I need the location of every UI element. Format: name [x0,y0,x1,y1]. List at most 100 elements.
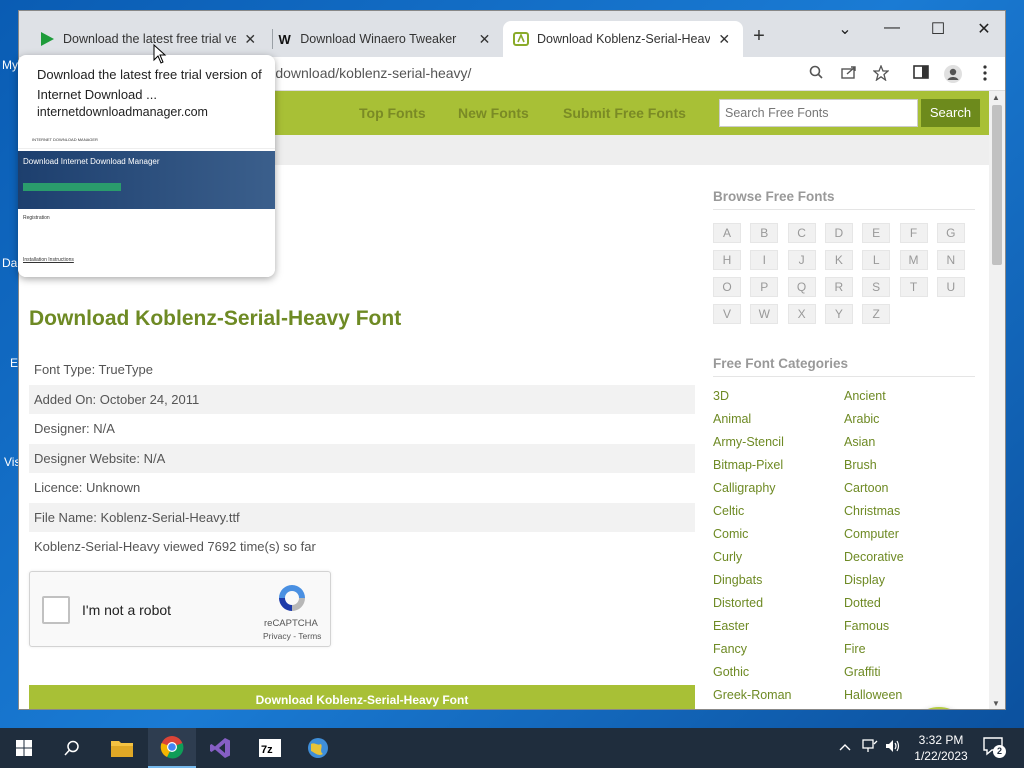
close-icon[interactable]: ✕ [242,31,259,48]
scroll-down-icon[interactable]: ▼ [992,699,1000,708]
search-icon[interactable] [48,728,96,768]
category-link[interactable]: Army-Stencil [713,435,784,449]
category-link[interactable]: Celtic [713,504,744,518]
desktop-icon-label[interactable]: E [10,356,18,370]
browse-letter-g[interactable]: G [936,223,965,243]
category-link[interactable]: Cartoon [844,481,888,495]
category-link[interactable]: Computer [844,527,899,541]
file-explorer-icon[interactable] [98,728,146,768]
search-button[interactable]: Search [921,99,980,127]
tab-koblenz[interactable]: Download Koblenz-Serial-Heavy ✕ [503,21,743,57]
browse-letter-m[interactable]: M [899,250,928,270]
category-link[interactable]: 3D [713,389,729,403]
browse-letter-x[interactable]: X [787,304,816,324]
category-link[interactable]: Fancy [713,642,747,656]
tab-search-icon[interactable]: ⌄ [822,19,868,39]
category-link[interactable]: Dotted [844,596,881,610]
browse-letter-k[interactable]: K [824,250,853,270]
browse-letter-n[interactable]: N [936,250,965,270]
kebab-menu-icon[interactable] [975,65,995,85]
browse-letter-w[interactable]: W [750,304,779,324]
close-icon[interactable]: ✕ [716,31,733,48]
browse-letter-p[interactable]: P [750,277,779,297]
browse-letter-e[interactable]: E [862,223,891,243]
app-globe-icon[interactable] [294,728,342,768]
browse-letter-i[interactable]: I [750,250,779,270]
category-link[interactable]: Distorted [713,596,763,610]
category-link[interactable]: Gothic [713,665,749,679]
category-link[interactable]: Animal [713,412,751,426]
browse-letter-q[interactable]: Q [787,277,816,297]
category-link[interactable]: Famous [844,619,889,633]
browse-letter-j[interactable]: J [787,250,816,270]
search-input[interactable]: Search Free Fonts [719,99,918,127]
zoom-icon[interactable] [806,65,826,83]
7zip-icon[interactable]: 7z [246,728,294,768]
category-link[interactable]: Christmas [844,504,900,518]
recaptcha-checkbox[interactable] [42,596,70,624]
browse-letter-a[interactable]: A [713,223,741,243]
profile-avatar-icon[interactable] [943,65,963,87]
category-link[interactable]: Display [844,573,885,587]
desktop-icon-label[interactable]: Da [2,256,17,270]
buy-me-coffee-button[interactable] [907,707,971,709]
close-icon[interactable]: ✕ [476,31,493,48]
browse-letter-o[interactable]: O [713,277,741,297]
category-link[interactable]: Curly [713,550,742,564]
side-panel-icon[interactable] [911,65,931,83]
browse-letter-c[interactable]: C [787,223,816,243]
browse-letter-l[interactable]: L [862,250,891,270]
category-link[interactable]: Graffiti [844,665,881,679]
category-link[interactable]: Asian [844,435,875,449]
nav-new-fonts[interactable]: New Fonts [458,105,529,121]
minimize-button[interactable]: — [869,19,915,37]
bookmark-star-icon[interactable] [871,64,891,85]
network-icon[interactable] [862,739,878,756]
recaptcha-terms-link[interactable]: Privacy - Terms [263,631,321,641]
scroll-up-icon[interactable]: ▲ [992,93,1000,102]
new-tab-button[interactable]: + [747,25,771,48]
volume-icon[interactable] [885,739,901,756]
browse-letter-y[interactable]: Y [824,304,853,324]
tab-winaero[interactable]: W Download Winaero Tweaker ✕ [267,21,503,57]
chevron-up-icon[interactable] [839,739,851,754]
visual-studio-icon[interactable] [196,728,244,768]
category-link[interactable]: Fire [844,642,866,656]
browse-letter-r[interactable]: R [824,277,853,297]
nav-submit-free-fonts[interactable]: Submit Free Fonts [563,105,686,121]
category-link[interactable]: Calligraphy [713,481,776,495]
browse-letter-h[interactable]: H [713,250,741,270]
nav-top-fonts[interactable]: Top Fonts [359,105,426,121]
share-icon[interactable] [839,65,859,83]
address-bar[interactable]: nt-download/koblenz-serial-heavy/ [259,65,471,81]
clock[interactable]: 3:32 PM 1/22/2023 [910,732,972,764]
category-link[interactable]: Easter [713,619,749,633]
browse-letter-d[interactable]: D [824,223,853,243]
browse-letter-f[interactable]: F [899,223,928,243]
scroll-thumb[interactable] [992,105,1002,265]
category-link[interactable]: Decorative [844,550,904,564]
maximize-button[interactable]: ☐ [915,19,961,39]
windows-start-icon[interactable] [0,728,48,768]
category-link[interactable]: Halloween [844,688,902,702]
desktop-icon-label[interactable]: My [2,58,18,72]
close-window-button[interactable]: ✕ [961,19,1005,39]
browse-letter-v[interactable]: V [713,304,741,324]
category-link[interactable]: Bitmap-Pixel [713,458,783,472]
browse-letter-u[interactable]: U [936,277,965,297]
page-scrollbar[interactable]: ▲ ▼ [989,91,1005,709]
tab-idm[interactable]: Download the latest free trial version ✕ [29,21,269,57]
browse-letter-b[interactable]: B [750,223,779,243]
category-link[interactable]: Dingbats [713,573,762,587]
browse-letter-s[interactable]: S [862,277,891,297]
notification-icon[interactable]: 2 [983,737,1006,760]
browse-letter-z[interactable]: Z [862,304,891,324]
chrome-icon[interactable] [148,728,196,768]
download-font-button[interactable]: Download Koblenz-Serial-Heavy Font [29,685,695,709]
category-link[interactable]: Arabic [844,412,879,426]
category-link[interactable]: Greek-Roman [713,688,792,702]
category-link[interactable]: Ancient [844,389,886,403]
category-link[interactable]: Comic [713,527,748,541]
category-link[interactable]: Brush [844,458,877,472]
browse-letter-t[interactable]: T [899,277,928,297]
